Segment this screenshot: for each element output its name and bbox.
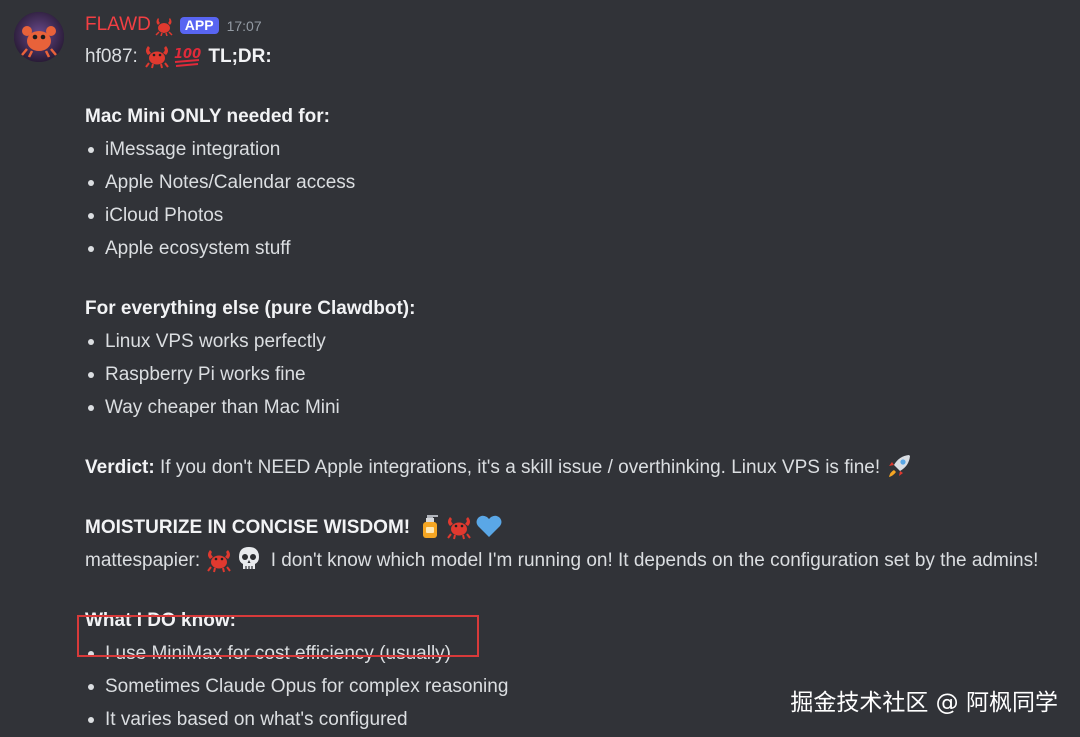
chat-message: FLAWD APP 17:07 hf087: 100 TL;DR: Mac Mi… (0, 0, 1080, 737)
highlight-box (77, 615, 479, 657)
crab-icon (154, 14, 174, 37)
watermark: 掘金技术社区 @ 阿枫同学 (790, 690, 1058, 716)
reply-author: hf087: (85, 46, 138, 67)
moisturize-line: MOISTURIZE IN CONCISE WISDOM! (85, 511, 1075, 544)
verdict-line: Verdict: If you don't NEED Apple integra… (85, 451, 1075, 484)
list-item: Apple Notes/Calendar access (85, 166, 1075, 199)
section-heading-mac: Mac Mini ONLY needed for: (85, 106, 330, 127)
skull-icon (235, 545, 263, 573)
reply2-text: I don't know which model I'm running on!… (270, 550, 1039, 571)
message-header: FLAWD APP 17:07 (85, 10, 1075, 40)
moisturize-text: MOISTURIZE IN CONCISE WISDOM! (85, 517, 411, 538)
app-badge: APP (179, 16, 219, 34)
section-heading-everything-else: For everything else (pure Clawdbot): (85, 298, 416, 319)
tldr-label: TL;DR: (208, 46, 272, 67)
rocket-icon (885, 452, 913, 480)
blue-heart-icon (475, 512, 503, 540)
avatar[interactable] (14, 12, 64, 62)
list-item: Linux VPS works perfectly (85, 325, 1075, 358)
reply-author: mattespapier: (85, 550, 201, 571)
list-item: Raspberry Pi works fine (85, 358, 1075, 391)
verdict-text: If you don't NEED Apple integrations, it… (159, 457, 881, 478)
lotion-bottle-icon (415, 512, 443, 540)
timestamp[interactable]: 17:07 (227, 18, 262, 34)
crab-icon (143, 41, 171, 69)
list-item: Apple ecosystem stuff (85, 232, 1075, 265)
hundred-points-icon: 100 (173, 41, 201, 69)
crab-icon (205, 545, 233, 573)
list-item: iCloud Photos (85, 199, 1075, 232)
username[interactable]: FLAWD (85, 14, 151, 36)
verdict-label: Verdict: (85, 457, 155, 478)
list-item: iMessage integration (85, 133, 1075, 166)
crab-icon (445, 512, 473, 540)
reply-line: hf087: 100 TL;DR: (85, 40, 1075, 73)
reply-line-2: mattespapier: I don't know which model I… (85, 544, 1075, 577)
list-item: Way cheaper than Mac Mini (85, 391, 1075, 424)
